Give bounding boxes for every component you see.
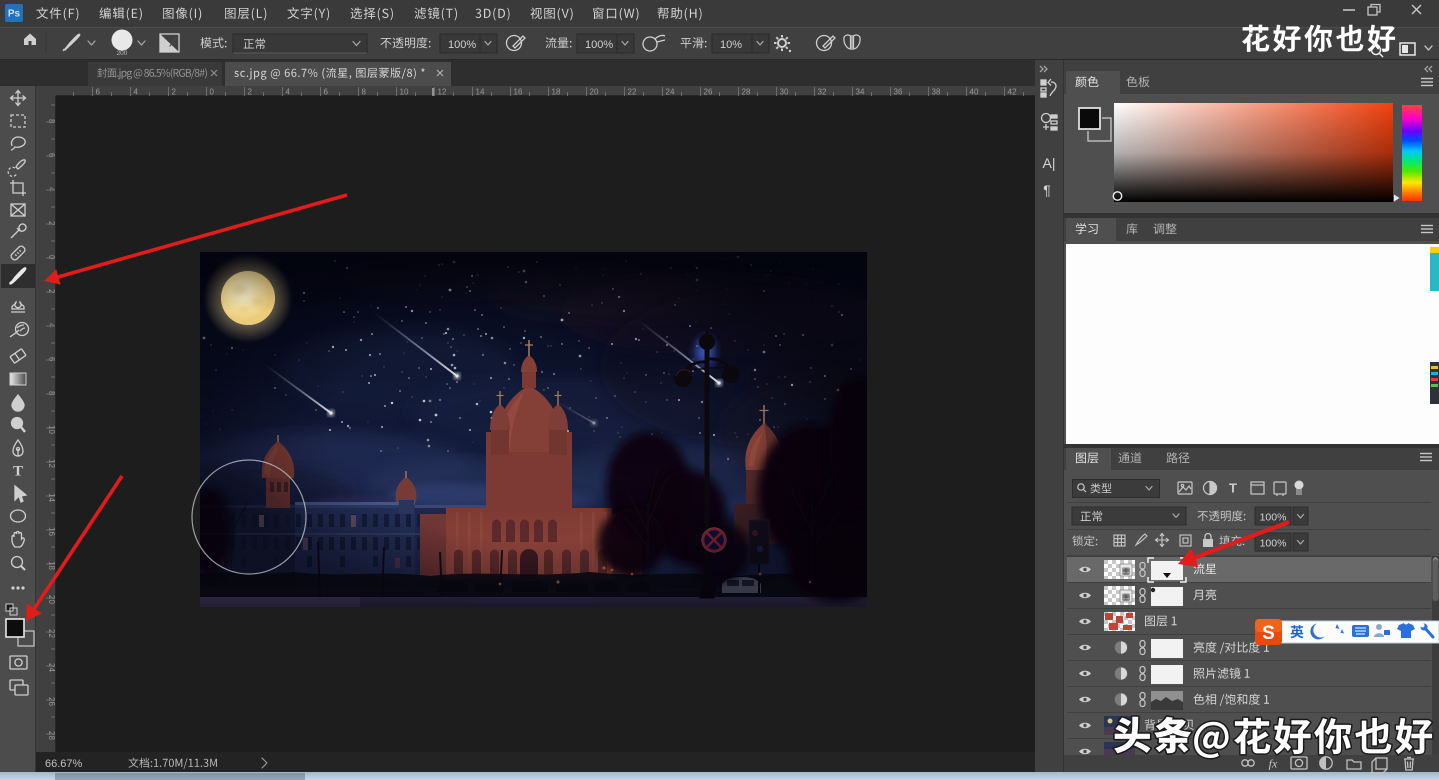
svg-text:100%: 100%	[448, 39, 476, 51]
svg-text:4: 4	[286, 87, 291, 96]
svg-text:2: 2	[248, 87, 253, 96]
svg-text:¶: ¶	[1043, 182, 1051, 198]
svg-text:16: 16	[514, 87, 523, 96]
svg-text:10: 10	[400, 87, 409, 96]
svg-text:66.67%: 66.67%	[45, 758, 83, 770]
svg-text:Ps: Ps	[8, 9, 21, 20]
svg-text:26: 26	[704, 87, 713, 96]
svg-text:24: 24	[47, 663, 56, 672]
svg-text:200: 200	[117, 50, 128, 57]
svg-text:16: 16	[47, 527, 56, 536]
svg-text:28: 28	[47, 731, 56, 740]
svg-text:4: 4	[134, 87, 139, 96]
svg-text:20: 20	[47, 595, 56, 604]
svg-text:12: 12	[47, 459, 56, 468]
svg-text:8: 8	[362, 87, 367, 96]
svg-text:fx: fx	[1269, 756, 1278, 770]
svg-text:6: 6	[324, 87, 329, 96]
svg-text:2: 2	[172, 87, 177, 96]
svg-text:6: 6	[96, 87, 101, 96]
svg-text:▦: ▦	[1122, 566, 1131, 576]
svg-text:▦: ▦	[1122, 592, 1131, 602]
svg-text:A|: A|	[1043, 155, 1056, 171]
svg-text:24: 24	[666, 87, 675, 96]
svg-text:18: 18	[47, 561, 56, 570]
svg-text:22: 22	[628, 87, 637, 96]
svg-text:10%: 10%	[720, 39, 742, 51]
svg-text:0: 0	[210, 87, 215, 96]
svg-text:22: 22	[47, 629, 56, 638]
svg-text:20: 20	[590, 87, 599, 96]
svg-text:100%: 100%	[585, 39, 613, 51]
svg-text:T: T	[1229, 481, 1237, 496]
svg-text:10: 10	[47, 425, 56, 434]
svg-text:30: 30	[780, 87, 789, 96]
svg-text:42: 42	[1008, 87, 1017, 96]
svg-text:12: 12	[438, 87, 447, 96]
svg-text:32: 32	[818, 87, 827, 96]
svg-text:34: 34	[856, 87, 865, 96]
svg-text:T: T	[13, 463, 23, 479]
svg-text:18: 18	[552, 87, 561, 96]
svg-text:26: 26	[47, 697, 56, 706]
svg-text:40: 40	[970, 87, 979, 96]
svg-text:28: 28	[742, 87, 751, 96]
svg-text:100%: 100%	[1260, 537, 1287, 549]
svg-text:100%: 100%	[1260, 511, 1287, 523]
svg-text:S: S	[1262, 623, 1275, 644]
svg-text:14: 14	[47, 493, 56, 502]
svg-text:36: 36	[894, 87, 903, 96]
svg-text:14: 14	[476, 87, 485, 96]
svg-text:38: 38	[932, 87, 941, 96]
